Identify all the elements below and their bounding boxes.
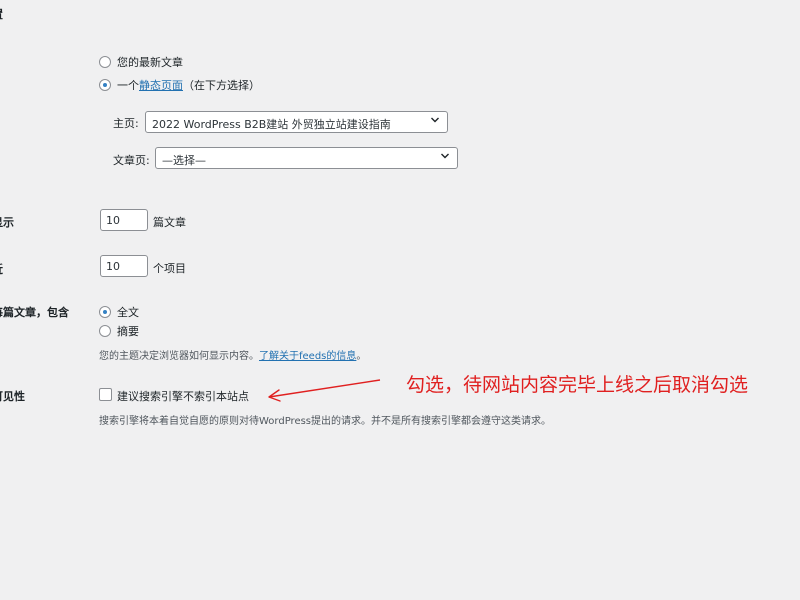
blog-pages-input[interactable] bbox=[100, 209, 148, 231]
homepage-select[interactable]: 2022 WordPress B2B建站 外贸独立站建设指南 bbox=[145, 111, 448, 133]
full-text-label: 全文 bbox=[117, 306, 139, 319]
latest-posts-label: 您的最新文章 bbox=[117, 56, 183, 69]
annotation-text: 勾选，待网站内容完毕上线之后取消勾选 bbox=[406, 374, 749, 396]
summary-radio[interactable] bbox=[99, 325, 111, 337]
summary-label: 摘要 bbox=[117, 325, 139, 338]
static-page-label: 一个静态页面（在下方选择） bbox=[117, 77, 260, 93]
blog-pages-label: 显示 bbox=[0, 216, 14, 229]
static-page-link[interactable]: 静态页面 bbox=[139, 79, 183, 92]
feed-content-label: 每篇文章，包含 bbox=[0, 306, 69, 319]
top-cut-label: 置 bbox=[0, 6, 3, 22]
discourage-search-checkbox[interactable] bbox=[99, 388, 112, 401]
feed-desc-suffix: 。 bbox=[356, 351, 367, 362]
full-text-radio[interactable] bbox=[99, 306, 111, 318]
annotation-arrow-icon bbox=[268, 379, 381, 402]
feeds-info-link[interactable]: 了解关于feeds的信息 bbox=[259, 351, 356, 362]
homepage-select-value: 2022 WordPress B2B建站 外贸独立站建设指南 bbox=[152, 118, 391, 131]
feed-content-description: 您的主题决定浏览器如何显示内容。了解关于feeds的信息。 bbox=[99, 347, 366, 362]
posts-page-select[interactable]: —选择— bbox=[155, 147, 458, 169]
feed-items-input[interactable] bbox=[100, 255, 148, 277]
latest-posts-radio[interactable] bbox=[99, 56, 111, 68]
chevron-down-icon bbox=[431, 117, 439, 123]
feed-items-label: 近 bbox=[0, 261, 3, 277]
posts-page-label: 文章页: bbox=[113, 154, 150, 167]
blog-pages-unit: 篇文章 bbox=[153, 216, 186, 229]
chevron-down-icon bbox=[441, 153, 449, 159]
visibility-description: 搜索引擎将本着自觉自愿的原则对待WordPress提出的请求。并不是所有搜索引擎… bbox=[99, 416, 552, 427]
posts-page-select-value: —选择— bbox=[162, 154, 206, 167]
discourage-search-label: 建议搜索引擎不索引本站点 bbox=[117, 390, 249, 403]
homepage-label: 主页: bbox=[113, 117, 139, 130]
feed-desc-prefix: 您的主题决定浏览器如何显示内容。 bbox=[99, 351, 259, 362]
static-page-prefix: 一个 bbox=[117, 79, 139, 92]
static-page-suffix: （在下方选择） bbox=[183, 79, 260, 92]
static-page-radio[interactable] bbox=[99, 79, 111, 91]
feed-items-unit: 个项目 bbox=[153, 262, 186, 275]
visibility-label: 可见性 bbox=[0, 390, 25, 403]
